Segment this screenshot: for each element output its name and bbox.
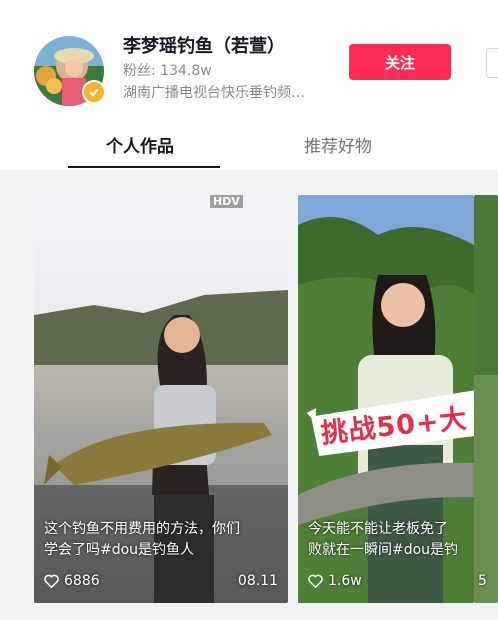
video-timestamp: 0:30:04 [44,207,95,221]
like-count-value: 6886 [64,573,100,589]
profile-header: 李梦瑶钓鱼（若萱） 粉丝: 134.8w 湖南广播电视台快乐垂钓频… 关注 [0,0,498,118]
profile-name: 李梦瑶钓鱼（若萱） [123,36,285,57]
tab-works[interactable]: 个人作品 [106,132,174,157]
video-thumbnail [474,195,498,603]
tab-recommended-goods[interactable]: 推荐好物 [304,132,372,157]
video-caption-line2: 学会了吗#dou是钓鱼人 [44,542,195,558]
active-tab-indicator [68,166,220,168]
video-caption: 今天能不能让老板免了 败就在一瞬间#dou是钓 [308,519,474,561]
video-card[interactable]: 挑战50+大 今天能不能让老板免了 败就在一瞬间#dou是钓 1.6w [298,195,474,603]
video-caption-line1: 这个钓鱼不用费用的方法，你们 [44,521,240,537]
video-caption: 这个钓鱼不用费用的方法，你们 学会了吗#dou是钓鱼人 [44,519,280,561]
more-button[interactable] [486,48,498,78]
video-date: 08.11 [237,573,278,589]
video-card[interactable]: 5 [474,195,498,603]
video-card[interactable]: 0:30:04 HDV 这个钓鱼不用费用的方法，你们 学会了吗#dou是钓鱼人 … [34,195,288,603]
follow-button[interactable]: 关注 [349,44,451,80]
hdv-badge: HDV [210,195,243,208]
verified-badge-icon [82,80,106,104]
profile-tabs: 个人作品 推荐好物 [0,118,498,170]
like-count-value: 1.6w [328,573,362,589]
video-caption-line1: 今天能不能让老板免了 [308,521,448,537]
like-count: 6886 [44,573,100,589]
like-count: 1.6w [308,573,362,589]
fans-count: 粉丝: 134.8w [123,63,212,79]
heart-icon [308,574,323,588]
heart-icon [44,574,59,588]
like-count-value: 5 [478,573,487,589]
profile-description: 湖南广播电视台快乐垂钓频… [123,85,305,101]
video-caption-line2: 败就在一瞬间#dou是钓 [308,542,459,558]
